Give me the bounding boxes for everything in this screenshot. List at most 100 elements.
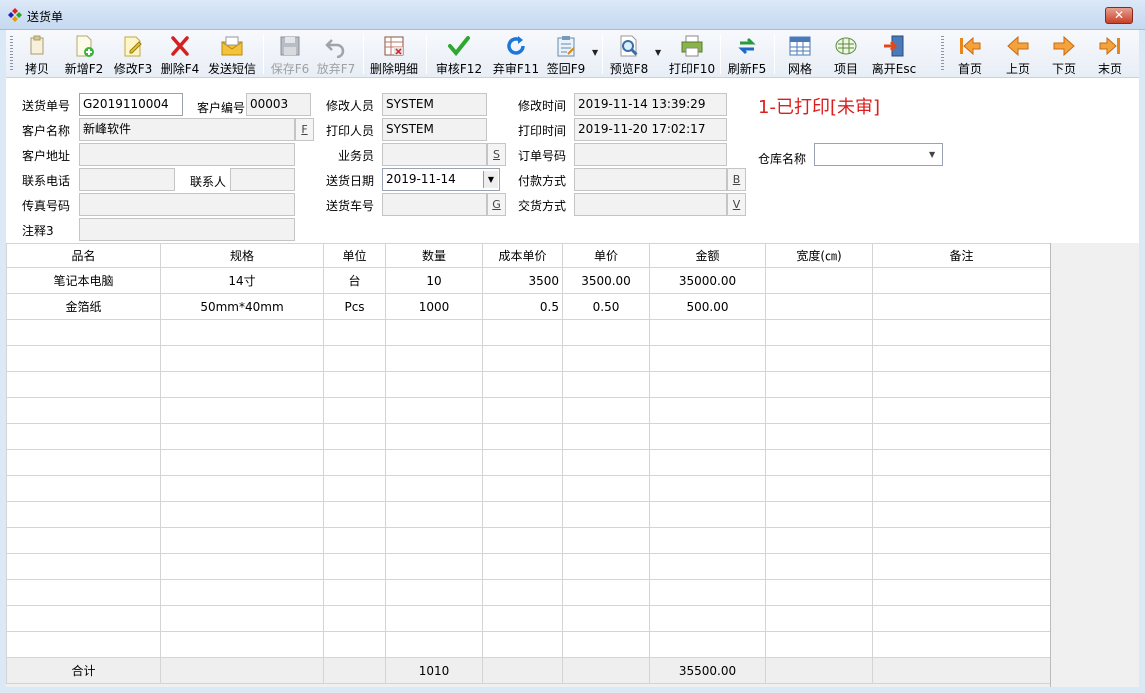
empty-cell[interactable] [323,631,386,658]
empty-cell[interactable] [872,345,1051,372]
order-no-field[interactable]: G2019110004 [79,93,183,116]
empty-cell[interactable] [765,631,873,658]
chevron-down-icon[interactable]: ▼ [929,144,935,165]
empty-cell[interactable] [160,501,324,528]
customer-address-field[interactable] [79,143,295,166]
cell-name[interactable]: 金箔纸 [6,293,161,320]
empty-cell[interactable] [562,527,650,554]
empty-cell[interactable] [6,397,161,424]
send-sms-button[interactable]: 发送短信 [206,32,258,76]
cell-spec[interactable]: 14寸 [160,267,324,294]
contact-field[interactable] [230,168,295,191]
empty-cell[interactable] [872,631,1051,658]
customer-lookup-button[interactable]: F [295,118,314,141]
empty-cell[interactable] [562,319,650,346]
empty-cell[interactable] [6,423,161,450]
warehouse-select[interactable]: ▼ [814,143,943,166]
empty-cell[interactable] [649,501,766,528]
cell-width[interactable] [765,267,873,294]
empty-cell[interactable] [482,631,563,658]
approve-button[interactable]: 审核F12 [433,32,485,76]
empty-cell[interactable] [649,631,766,658]
exit-button[interactable]: 离开Esc [870,32,918,76]
delete-detail-button[interactable]: 删除明细 [368,32,420,76]
empty-cell[interactable] [649,449,766,476]
cell-remark[interactable] [872,293,1051,320]
new-button[interactable]: 新增F2 [62,32,106,76]
empty-row[interactable] [6,579,1051,606]
empty-cell[interactable] [765,475,873,502]
empty-cell[interactable] [765,501,873,528]
delete-button[interactable]: 删除F4 [158,32,202,76]
empty-cell[interactable] [765,605,873,632]
empty-cell[interactable] [765,527,873,554]
empty-cell[interactable] [872,371,1051,398]
cell-spec[interactable]: 50mm*40mm [160,293,324,320]
empty-cell[interactable] [385,475,483,502]
note3-field[interactable] [79,218,295,241]
first-page-button[interactable]: 首页 [950,32,990,76]
close-button[interactable]: ✕ [1105,7,1133,24]
empty-cell[interactable] [482,527,563,554]
cell-qty[interactable]: 1000 [385,293,483,320]
empty-cell[interactable] [323,501,386,528]
empty-cell[interactable] [385,631,483,658]
empty-cell[interactable] [562,397,650,424]
cell-cost[interactable]: 0.5 [482,293,563,320]
empty-cell[interactable] [323,527,386,554]
column-header-remark[interactable]: 备注 [872,243,1051,268]
empty-cell[interactable] [323,579,386,606]
empty-cell[interactable] [562,553,650,580]
empty-cell[interactable] [562,345,650,372]
empty-cell[interactable] [649,345,766,372]
empty-cell[interactable] [872,605,1051,632]
empty-cell[interactable] [323,605,386,632]
empty-cell[interactable] [482,579,563,606]
empty-cell[interactable] [160,397,324,424]
empty-cell[interactable] [482,319,563,346]
cell-price[interactable]: 3500.00 [562,267,650,294]
empty-cell[interactable] [323,475,386,502]
cell-unit[interactable]: Pcs [323,293,386,320]
empty-cell[interactable] [649,553,766,580]
empty-cell[interactable] [323,371,386,398]
empty-cell[interactable] [6,345,161,372]
customer-name-field[interactable]: 新峰软件 [79,118,295,141]
empty-cell[interactable] [323,397,386,424]
column-header-spec[interactable]: 规格 [160,243,324,268]
empty-cell[interactable] [872,501,1051,528]
preview-button[interactable]: 预览F8 [606,32,652,76]
prev-page-button[interactable]: 上页 [998,32,1038,76]
empty-cell[interactable] [6,553,161,580]
preview-dropdown-icon[interactable]: ▼ [655,48,661,57]
empty-cell[interactable] [323,345,386,372]
empty-cell[interactable] [765,449,873,476]
cell-price[interactable]: 0.50 [562,293,650,320]
empty-cell[interactable] [872,423,1051,450]
unapprove-button[interactable]: 弃审F11 [489,32,543,76]
empty-cell[interactable] [649,397,766,424]
empty-cell[interactable] [6,579,161,606]
empty-cell[interactable] [385,449,483,476]
empty-row[interactable] [6,553,1051,580]
fax-field[interactable] [79,193,295,216]
empty-row[interactable] [6,631,1051,658]
empty-cell[interactable] [385,371,483,398]
last-page-button[interactable]: 末页 [1090,32,1130,76]
empty-row[interactable] [6,475,1051,502]
cell-qty[interactable]: 10 [385,267,483,294]
empty-row[interactable] [6,345,1051,372]
empty-cell[interactable] [562,423,650,450]
empty-cell[interactable] [6,449,161,476]
empty-cell[interactable] [160,527,324,554]
empty-cell[interactable] [160,631,324,658]
empty-cell[interactable] [765,319,873,346]
empty-row[interactable] [6,501,1051,528]
empty-cell[interactable] [385,397,483,424]
table-row[interactable]: 笔记本电脑 14寸台 10 3500 3500.00 35000.00 [6,267,1051,294]
empty-row[interactable] [6,527,1051,554]
empty-cell[interactable] [385,579,483,606]
empty-cell[interactable] [160,475,324,502]
empty-cell[interactable] [765,579,873,606]
empty-cell[interactable] [649,371,766,398]
